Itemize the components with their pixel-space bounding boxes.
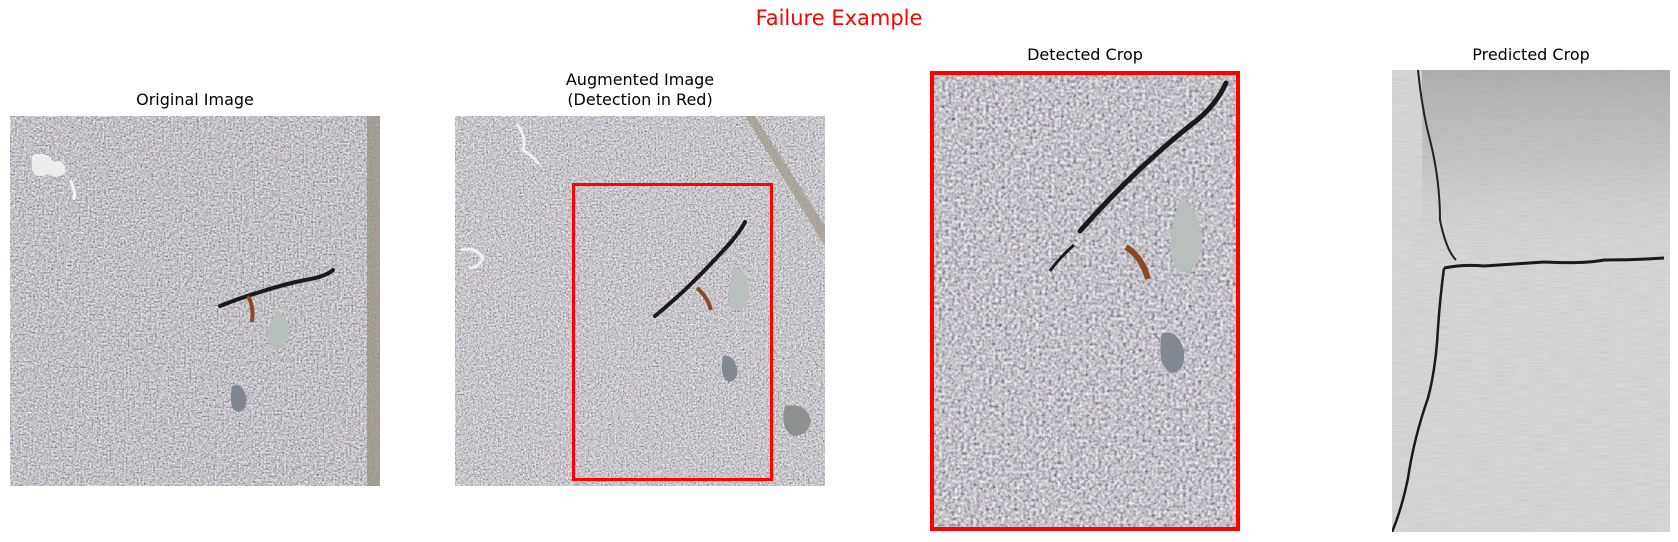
panel-title-original: Original Image <box>10 90 380 110</box>
figure-title: Failure Example <box>755 6 923 30</box>
original-image <box>10 116 380 486</box>
detected-crop-image <box>930 71 1240 531</box>
panel-title-line: (Detection in Red) <box>567 90 713 109</box>
augmented-image <box>455 116 825 486</box>
panel-title-line: Predicted Crop <box>1472 45 1590 64</box>
predicted-crop-image <box>1392 70 1670 532</box>
asphalt-texture <box>10 116 380 486</box>
concrete-texture <box>1392 70 1670 532</box>
crop-border <box>930 71 1240 531</box>
detection-box <box>572 183 773 481</box>
panel-title-line: Detected Crop <box>1027 45 1143 64</box>
panel-title-line: Augmented Image <box>565 70 715 89</box>
panel-title-predicted-crop: Predicted Crop <box>1392 45 1670 65</box>
panel-title-line: Original Image <box>136 90 254 109</box>
panel-title-augmented: Augmented Image (Detection in Red) <box>455 70 825 110</box>
panel-title-detected-crop: Detected Crop <box>930 45 1240 65</box>
